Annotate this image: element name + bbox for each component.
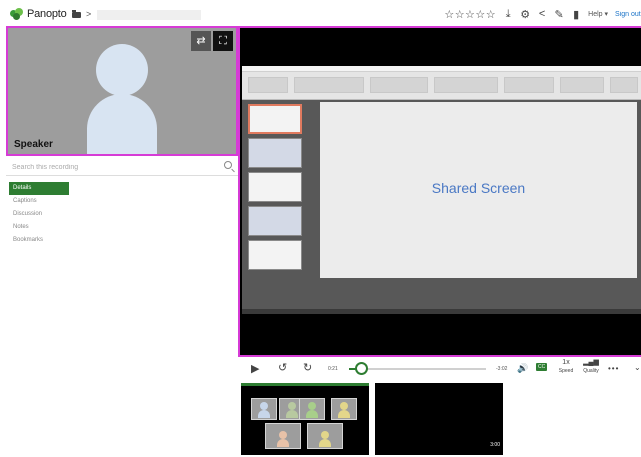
active-stream-indicator xyxy=(241,383,369,386)
shared-screen-content: Shared Screen xyxy=(242,66,641,314)
play-icon[interactable]: ▶ xyxy=(251,362,259,375)
presentation-status-bar xyxy=(242,309,641,314)
sign-out-link[interactable]: Sign out xyxy=(615,11,641,18)
rewind-icon[interactable]: ↺ xyxy=(278,361,287,374)
player-controls: ▶ ↺ ↻ 0:21 -3:02 🔊 CC 1x Speed ▂▄▆ Quali… xyxy=(238,358,641,380)
tab-notes[interactable]: Notes xyxy=(9,221,69,234)
breadcrumb-separator: > xyxy=(86,9,92,19)
stats-icon[interactable]: ▮ xyxy=(571,8,581,21)
seek-handle[interactable] xyxy=(354,362,368,375)
panopto-logo-icon xyxy=(10,8,24,20)
speed-button[interactable]: 1x Speed xyxy=(557,359,575,375)
avatar-placeholder-body xyxy=(87,94,157,154)
speaker-label: Speaker xyxy=(14,139,53,150)
help-menu-button[interactable]: Help ▾ xyxy=(588,10,608,18)
stream-thumbnail-secondary[interactable]: 3:00 xyxy=(375,383,503,455)
volume-icon[interactable]: 🔊 xyxy=(517,363,528,374)
search-icon[interactable] xyxy=(224,161,232,169)
quality-label: Quality xyxy=(583,368,599,374)
gallery-participant xyxy=(265,423,301,449)
slide-thumbnail xyxy=(248,240,302,270)
fast-forward-icon[interactable]: ↻ xyxy=(303,361,312,374)
swap-streams-icon[interactable]: ⇄ xyxy=(191,31,211,51)
seek-bar[interactable] xyxy=(349,368,486,370)
slide-title: Shared Screen xyxy=(431,180,526,196)
avatar-placeholder-head xyxy=(96,44,148,96)
sidebar-tabs: Details Captions Discussion Notes Bookma… xyxy=(9,182,69,247)
header-toolbar: ☆☆☆☆☆ ⤓ ⚙ < ✎ ▮ Help ▾ Sign out xyxy=(444,7,641,21)
folder-icon[interactable] xyxy=(72,10,81,18)
panopto-logo[interactable]: Panopto xyxy=(10,8,67,20)
speed-label: Speed xyxy=(558,368,574,374)
search-bar xyxy=(6,158,238,176)
top-bar: Panopto > ☆☆☆☆☆ ⤓ ⚙ < ✎ ▮ Help ▾ Sign ou… xyxy=(0,0,641,26)
current-slide: Shared Screen xyxy=(320,102,637,278)
more-options-icon[interactable]: ••• xyxy=(608,364,619,373)
chevron-down-icon[interactable]: ⌄ xyxy=(634,363,641,372)
rating-stars[interactable]: ☆☆☆☆☆ xyxy=(444,8,496,21)
presentation-ribbon xyxy=(242,66,641,100)
stream-thumbnail-gallery[interactable] xyxy=(241,383,369,455)
tab-details[interactable]: Details xyxy=(9,182,69,195)
gallery-participant xyxy=(251,398,277,420)
fullscreen-icon[interactable]: ⛶ xyxy=(213,31,233,51)
edit-pencil-icon[interactable]: ✎ xyxy=(554,8,564,21)
download-icon[interactable]: ⤓ xyxy=(503,8,513,21)
slide-thumbnail xyxy=(248,104,302,134)
main-video-stage[interactable]: Shared Screen xyxy=(238,26,641,357)
captions-cc-button[interactable]: CC xyxy=(536,363,548,371)
slide-thumbnail xyxy=(248,206,302,236)
speaker-video-tile[interactable]: Speaker ⇄ ⛶ xyxy=(6,26,238,156)
gallery-participant xyxy=(307,423,343,449)
settings-gear-icon[interactable]: ⚙ xyxy=(520,8,530,21)
tab-captions[interactable]: Captions xyxy=(9,195,69,208)
gallery-participant xyxy=(331,398,357,420)
search-input[interactable] xyxy=(12,161,212,173)
breadcrumb-folder-name[interactable] xyxy=(97,10,201,20)
gallery-participant xyxy=(299,398,325,420)
brand-name: Panopto xyxy=(27,8,67,20)
slide-thumbnail xyxy=(248,172,302,202)
tab-discussion[interactable]: Discussion xyxy=(9,208,69,221)
current-time: 0:21 xyxy=(328,366,338,372)
quality-icon: ▂▄▆ xyxy=(583,359,599,366)
speed-value: 1x xyxy=(562,359,570,366)
tab-bookmarks[interactable]: Bookmarks xyxy=(9,234,69,247)
stream-duration: 3:00 xyxy=(490,442,500,448)
slide-thumbnail xyxy=(248,138,302,168)
share-icon[interactable]: < xyxy=(537,8,547,20)
quality-button[interactable]: ▂▄▆ Quality xyxy=(581,359,601,375)
remaining-time: -3:02 xyxy=(496,366,508,372)
